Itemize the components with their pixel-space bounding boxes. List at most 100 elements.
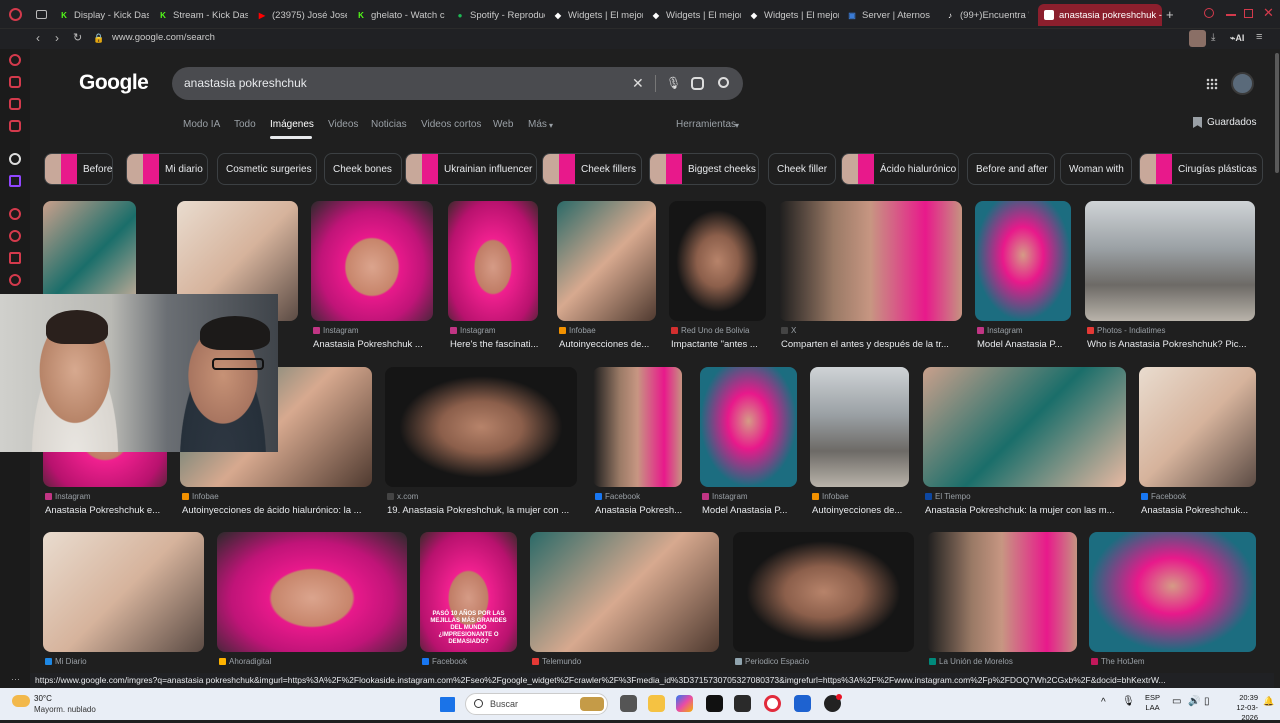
result-caption[interactable]: Model Anastasia P... [702, 505, 809, 516]
account-avatar[interactable] [1231, 72, 1254, 95]
result-source[interactable]: Infobae [182, 492, 219, 501]
close-window-button[interactable]: ✕ [1263, 5, 1274, 21]
tray-chevron-icon[interactable]: ^ [1101, 697, 1106, 708]
search-icon[interactable] [718, 77, 729, 88]
result-source[interactable]: Facebook [595, 492, 640, 501]
result-source[interactable]: Facebook [422, 657, 467, 666]
browser-tab[interactable]: Kghelato - Watch c [356, 4, 446, 26]
copilot-icon[interactable] [676, 695, 693, 712]
m-icon[interactable] [9, 120, 21, 132]
notifications-bell-icon[interactable]: 🔔 [1263, 696, 1274, 707]
browser-tab[interactable]: K Display - Kick Das [59, 4, 149, 26]
image-result[interactable] [593, 367, 682, 487]
filter-chip[interactable]: Before [44, 153, 113, 185]
result-source[interactable]: Instagram [313, 326, 359, 335]
network-icon[interactable]: ▭ [1172, 696, 1181, 707]
weather-temp[interactable]: 30°C [34, 694, 52, 703]
filter-chip[interactable]: Ácido hialurónico [841, 153, 959, 185]
result-caption[interactable]: Anastasia Pokresh... [595, 505, 694, 516]
google-logo[interactable]: Google [79, 71, 149, 95]
taskbar-search[interactable]: Buscar [465, 693, 608, 715]
image-result[interactable] [810, 367, 909, 487]
result-caption[interactable]: Anastasia Pokreshchuk ... [313, 339, 455, 350]
browser-tab[interactable]: ▣ Server | Aternos [847, 4, 937, 26]
image-result[interactable] [923, 367, 1126, 487]
result-source[interactable]: Instagram [702, 492, 748, 501]
chat-icon[interactable] [9, 98, 21, 110]
result-source[interactable]: Infobae [559, 326, 596, 335]
saved-link[interactable]: Guardados [1207, 117, 1256, 128]
page-scrollbar[interactable] [1274, 49, 1280, 688]
volume-icon[interactable]: 🔊 [1188, 696, 1200, 707]
result-source[interactable]: Instagram [977, 326, 1023, 335]
result-caption[interactable]: Autoinyecciones de ácido hialurónico: la… [182, 505, 384, 516]
address-field[interactable]: www.google.com/search [112, 32, 215, 43]
minimize-button[interactable] [1226, 14, 1236, 16]
tab-más[interactable]: Más [528, 119, 547, 130]
filter-chip[interactable]: Ukrainian influencer [405, 153, 537, 185]
result-source[interactable]: X [781, 326, 796, 335]
new-tab-button[interactable]: + [1166, 7, 1174, 22]
image-result[interactable] [927, 532, 1077, 652]
tray-mic-icon[interactable]: 🎙 [1122, 696, 1135, 707]
task-view-icon[interactable] [620, 695, 637, 712]
filter-chip[interactable]: Woman with [1060, 153, 1132, 185]
tab-noticias[interactable]: Noticias [371, 119, 407, 130]
filter-chip[interactable]: Cirugías plásticas [1139, 153, 1263, 185]
filter-chip[interactable]: Cheek bones [324, 153, 402, 185]
bookmarks-icon[interactable] [9, 252, 21, 264]
browser-tab[interactable]: ♪ (99+)Encuentra "t [945, 4, 1029, 26]
start-icon[interactable] [440, 697, 455, 712]
profile-avatar[interactable] [1189, 30, 1206, 47]
result-caption[interactable]: Autoinyecciones de... [812, 505, 921, 516]
tab-web[interactable]: Web [493, 119, 513, 130]
result-source[interactable]: El Tiempo [925, 492, 971, 501]
result-source[interactable]: Periodico Espacio [735, 657, 809, 666]
browser-tab[interactable]: ▶ (23975) José Jose [257, 4, 347, 26]
image-result[interactable] [385, 367, 577, 487]
result-caption[interactable]: 19. Anastasia Pokreshchuk, la mujer con … [387, 505, 589, 516]
result-caption[interactable]: Anastasia Pokreshchuk: la mujer con las … [925, 505, 1138, 516]
image-result[interactable] [311, 201, 433, 321]
settings-icon[interactable] [9, 274, 21, 286]
ai-icon[interactable]: ⌁AI [1230, 33, 1244, 44]
messenger-icon[interactable] [9, 76, 21, 88]
file-explorer-icon[interactable] [648, 695, 665, 712]
tab-modo-ia[interactable]: Modo IA [183, 119, 220, 130]
clock[interactable]: 20:39 12-03-2026 [1220, 693, 1258, 723]
image-result[interactable] [557, 201, 656, 321]
battery-icon[interactable]: ▯ [1204, 696, 1210, 707]
browser-tab[interactable]: ◆ Widgets | El mejor [651, 4, 741, 26]
forward-icon[interactable]: › [55, 31, 59, 45]
result-source[interactable]: Photos - Indiatimes [1087, 326, 1165, 335]
lens-icon[interactable] [691, 77, 704, 90]
apps-grid-icon[interactable] [1206, 78, 1218, 90]
tab-videos-cortos[interactable]: Videos cortos [421, 119, 481, 130]
menu-icon[interactable]: ≡ [1256, 31, 1262, 43]
reload-icon[interactable]: ↻ [73, 31, 82, 44]
search-box[interactable]: anastasia pokreshchuk ✕ 🎙 [172, 67, 743, 100]
result-source[interactable]: Mi Diario [45, 657, 87, 666]
browser-tab[interactable]: ◆ Widgets | El mejor [553, 4, 643, 26]
image-result[interactable] [733, 532, 914, 652]
result-caption[interactable]: Anastasia Pokreshchuk... [1141, 505, 1268, 516]
result-source[interactable]: x.com [387, 492, 418, 501]
image-result[interactable] [700, 367, 797, 487]
tab-imágenes[interactable]: Imágenes [270, 119, 314, 130]
aria-icon[interactable] [9, 54, 21, 66]
result-source[interactable]: Instagram [450, 326, 496, 335]
app-blue-icon[interactable] [794, 695, 811, 712]
filter-chip[interactable]: Cosmetic surgeries [217, 153, 317, 185]
weather-cloud-icon[interactable] [12, 695, 30, 707]
result-caption[interactable]: Impactante "antes ... [671, 339, 788, 350]
result-caption[interactable]: Who is Anastasia Pokreshchuk? Pic... [1087, 339, 1274, 350]
result-caption[interactable]: Here's the fascinati... [450, 339, 560, 350]
player-icon[interactable] [9, 208, 21, 220]
image-result[interactable] [448, 201, 538, 321]
browser-tab[interactable]: ◆ Widgets | El mejor [749, 4, 839, 26]
image-result[interactable] [669, 201, 766, 321]
image-result[interactable] [43, 532, 204, 652]
result-source[interactable]: Facebook [1141, 492, 1186, 501]
more-icon[interactable]: ··· [11, 674, 20, 684]
maximize-button[interactable] [1244, 9, 1253, 18]
